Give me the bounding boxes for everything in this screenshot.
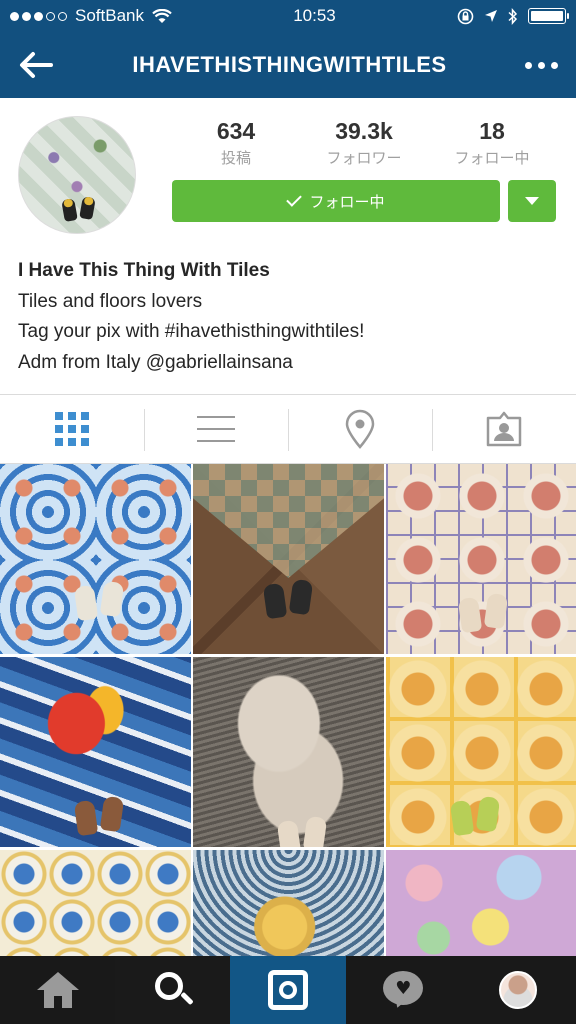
stat-following-label: フォロー中 bbox=[454, 150, 530, 167]
photo-thumbnail[interactable] bbox=[0, 850, 191, 956]
more-dots-icon[interactable] bbox=[524, 61, 558, 69]
status-time: 10:53 bbox=[293, 6, 336, 25]
tab-camera[interactable] bbox=[230, 956, 346, 1024]
activity-heart-icon: ♥ bbox=[383, 971, 424, 1010]
bio-line-mention[interactable]: Adm from Italy @gabriellainsana bbox=[18, 348, 558, 379]
status-left: SoftBank bbox=[10, 6, 172, 26]
location-arrow-icon bbox=[484, 10, 497, 22]
status-bar: SoftBank 10:53 bbox=[0, 0, 576, 32]
header: SoftBank 10:53 IHAVETHISTHINGWITHTILES bbox=[0, 0, 576, 98]
photo-feet bbox=[72, 580, 128, 622]
tab-photo-map[interactable] bbox=[288, 395, 432, 463]
signal-strength-icon bbox=[10, 11, 67, 21]
photo-thumbnail[interactable] bbox=[386, 657, 576, 847]
tagged-photos-icon bbox=[486, 411, 522, 447]
location-pin-icon bbox=[345, 409, 375, 449]
stat-followers[interactable]: 39.3k フォロワー bbox=[300, 118, 428, 168]
chevron-down-icon bbox=[525, 197, 539, 205]
checkmark-icon bbox=[286, 191, 303, 207]
photo-thumbnail[interactable] bbox=[0, 657, 191, 847]
camera-icon bbox=[268, 970, 308, 1010]
rotation-lock-icon bbox=[457, 8, 474, 24]
profile-bio: I Have This Thing With Tiles Tiles and f… bbox=[18, 256, 558, 378]
tab-tagged-photos[interactable] bbox=[432, 395, 576, 463]
following-button-label: フォロー中 bbox=[309, 193, 385, 211]
tab-grid-view[interactable] bbox=[0, 395, 144, 463]
photo-thumbnail[interactable] bbox=[193, 464, 384, 654]
grid-view-icon bbox=[55, 412, 89, 446]
tab-search[interactable] bbox=[115, 956, 231, 1024]
profile-avatar[interactable] bbox=[18, 116, 136, 234]
stat-posts-count: 634 bbox=[216, 118, 256, 144]
battery-icon bbox=[527, 8, 569, 24]
profile-name: I Have This Thing With Tiles bbox=[18, 260, 270, 281]
following-button[interactable]: フォロー中 bbox=[172, 180, 500, 222]
suggestions-dropdown-button[interactable] bbox=[508, 180, 556, 222]
search-icon bbox=[153, 970, 194, 1010]
profile-header: 634 投稿 39.3k フォロワー 18 フォロー中 フォロー中 I Have… bbox=[0, 98, 576, 394]
photo-feet bbox=[261, 578, 317, 620]
photo-feet bbox=[456, 592, 512, 634]
photo-thumbnail[interactable] bbox=[386, 850, 576, 956]
stat-following-count: 18 bbox=[479, 118, 505, 144]
profile-avatar-icon bbox=[499, 971, 538, 1009]
stat-posts-label: 投稿 bbox=[220, 150, 251, 167]
home-icon bbox=[36, 972, 79, 1008]
tab-profile[interactable] bbox=[461, 956, 576, 1024]
bio-line-hashtag[interactable]: Tag your pix with #ihavethisthingwithtil… bbox=[18, 317, 558, 348]
photo-feet bbox=[448, 795, 504, 837]
stat-followers-label: フォロワー bbox=[326, 150, 402, 167]
photo-thumbnail[interactable] bbox=[193, 850, 384, 956]
status-right bbox=[457, 7, 569, 25]
bottom-tab-bar: ♥ bbox=[0, 956, 576, 1024]
photo-grid bbox=[0, 464, 576, 956]
bio-line: Tiles and floors lovers bbox=[18, 290, 203, 312]
nav-bar: IHAVETHISTHINGWITHTILES bbox=[0, 32, 576, 98]
tab-list-view[interactable] bbox=[144, 395, 288, 463]
carrier-name: SoftBank bbox=[75, 6, 144, 25]
profile-stats: 634 投稿 39.3k フォロワー 18 フォロー中 bbox=[172, 118, 556, 168]
stat-following[interactable]: 18 フォロー中 bbox=[428, 118, 556, 168]
tab-activity[interactable]: ♥ bbox=[346, 956, 461, 1024]
stat-followers-count: 39.3k bbox=[335, 118, 393, 144]
bluetooth-icon bbox=[508, 7, 518, 25]
profile-view-tabs bbox=[0, 394, 576, 464]
photo-feet bbox=[275, 815, 331, 847]
back-arrow-icon[interactable] bbox=[18, 51, 54, 79]
tab-home[interactable] bbox=[0, 956, 115, 1024]
wifi-icon bbox=[152, 8, 172, 23]
list-view-icon bbox=[197, 416, 235, 442]
photo-thumbnail[interactable] bbox=[0, 464, 191, 654]
photo-thumbnail[interactable] bbox=[193, 657, 384, 847]
photo-feet bbox=[72, 795, 128, 837]
photo-thumbnail[interactable] bbox=[386, 464, 576, 654]
page-title: IHAVETHISTHINGWITHTILES bbox=[132, 52, 447, 77]
phone-screen: SoftBank 10:53 IHAVETHISTHINGWITHTILES 6… bbox=[0, 0, 576, 1024]
stat-posts[interactable]: 634 投稿 bbox=[172, 118, 300, 168]
